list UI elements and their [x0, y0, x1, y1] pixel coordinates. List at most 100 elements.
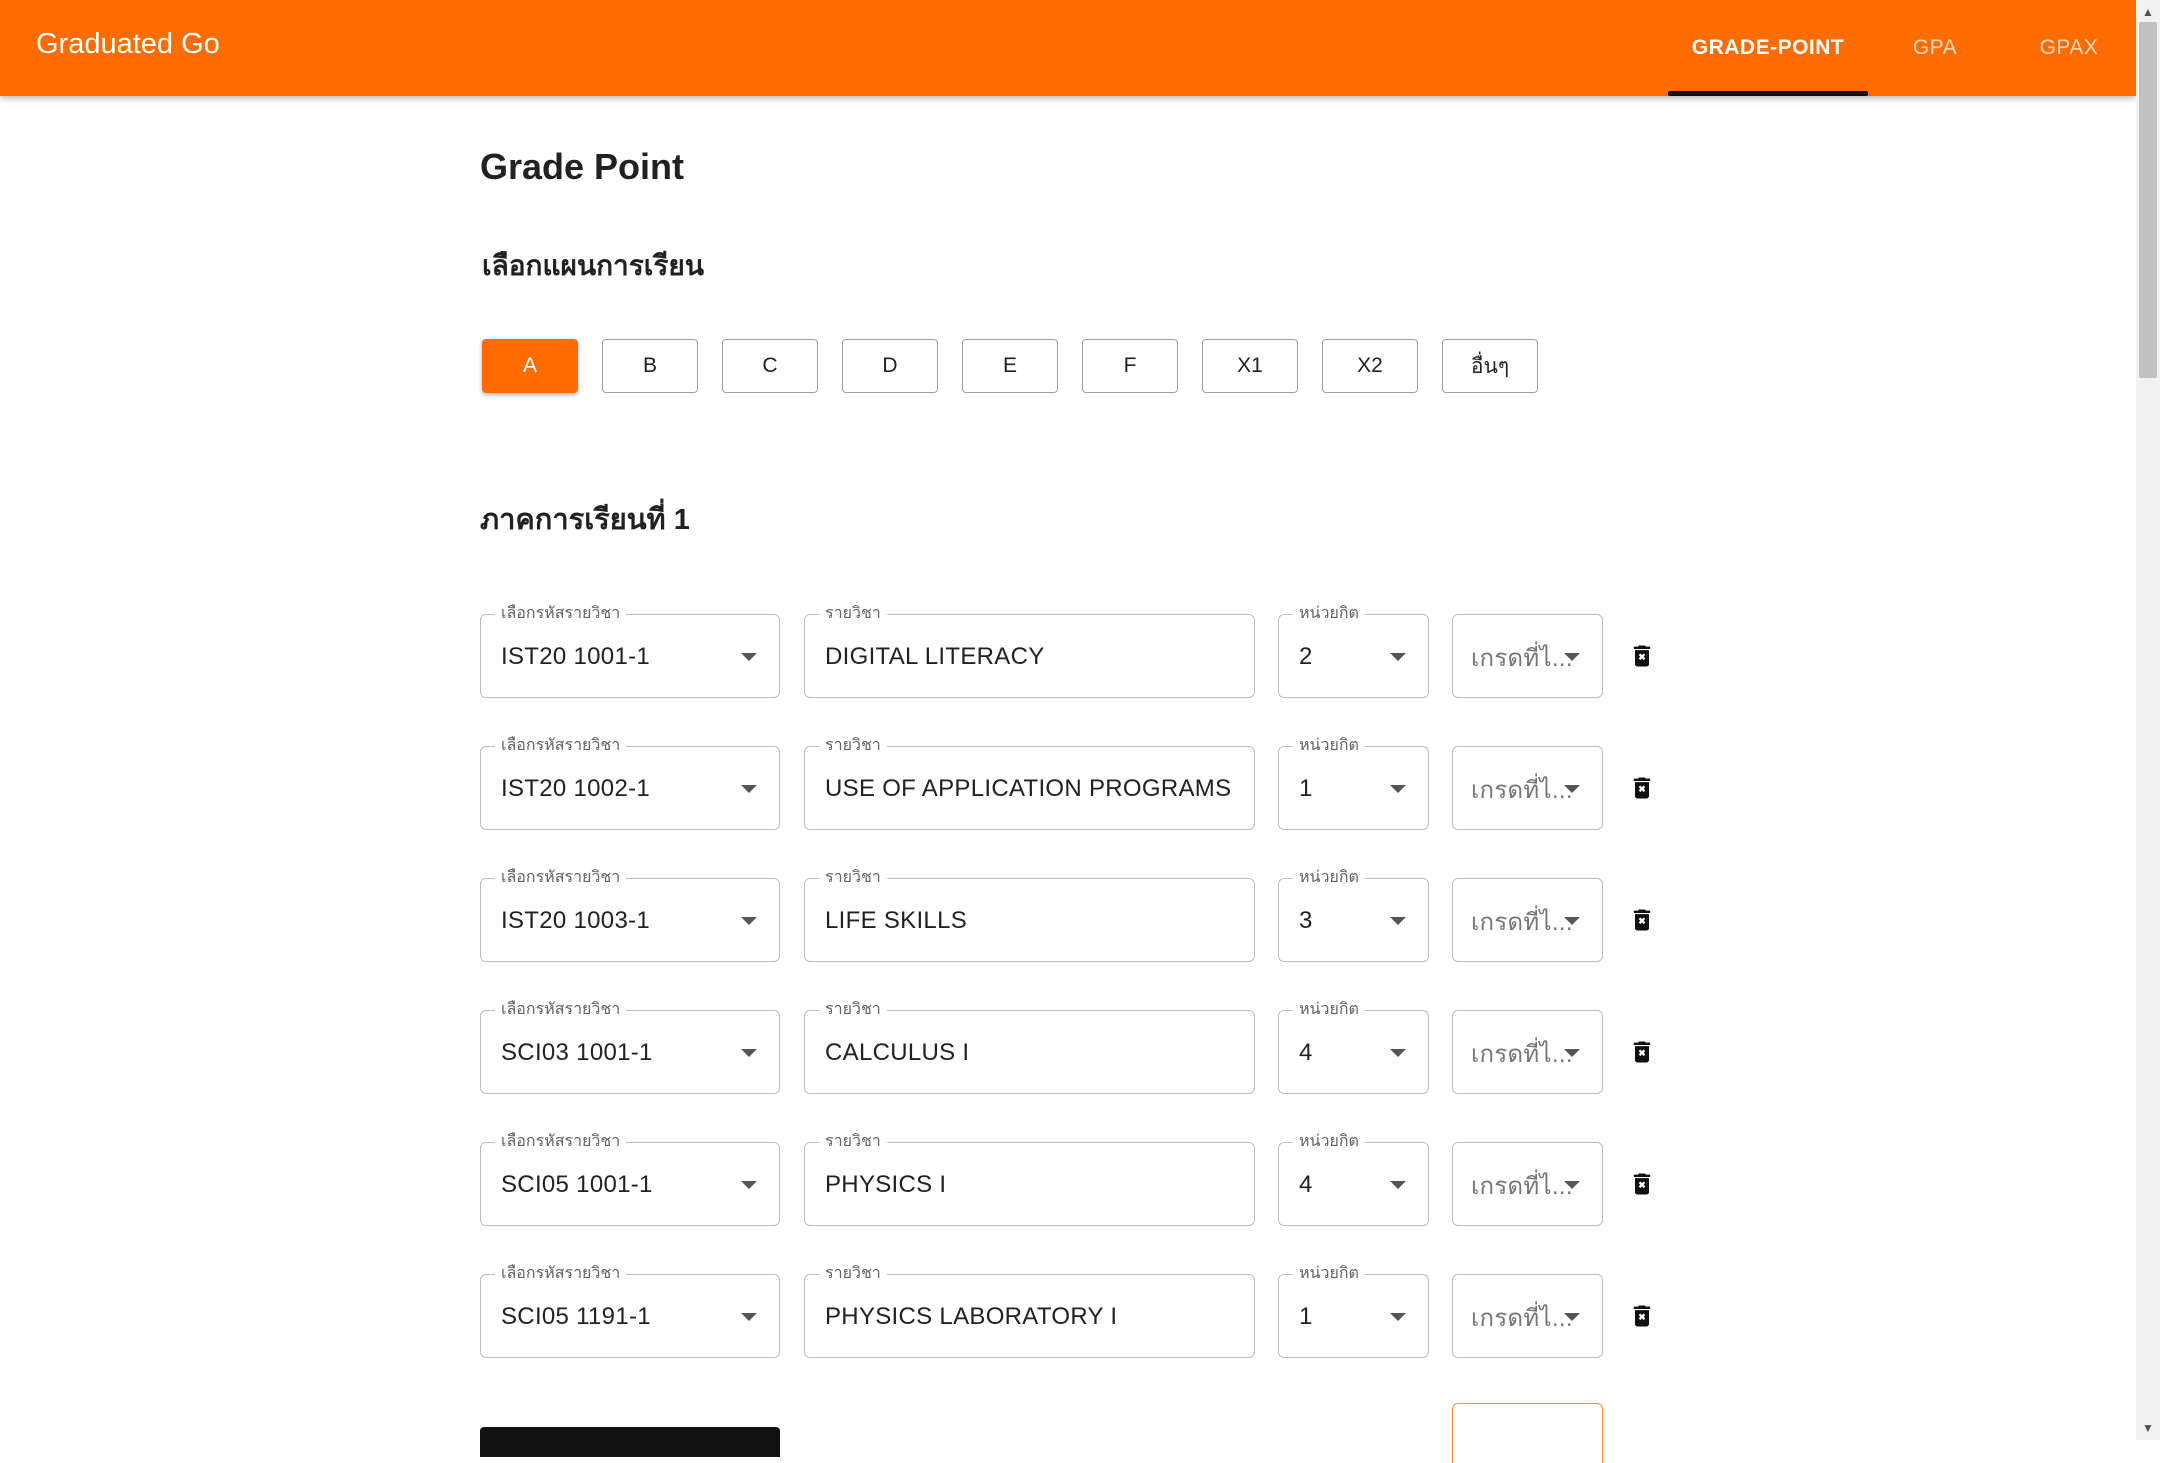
caret-down-icon[interactable] [1564, 1313, 1580, 1321]
plan-selector: A B C D E F X1 X2 อื่นๆ [482, 339, 1538, 393]
course-code-value: SCI03 1001-1 [501, 1039, 653, 1066]
course-name-field[interactable]: รายวิชา PHYSICS LABORATORY I [804, 1264, 1255, 1358]
credits-value: 2 [1299, 643, 1313, 670]
course-code-select[interactable]: เลือกรหัสรายวิชา IST20 1003-1 [480, 868, 780, 962]
trash-x-icon[interactable] [1628, 642, 1656, 670]
nav-tabs: GRADE-POINT GPA GPAX [1668, 0, 2136, 96]
credits-value: 3 [1299, 907, 1313, 934]
caret-down-icon[interactable] [741, 1181, 757, 1189]
scroll-down-icon[interactable]: ▼ [2136, 1418, 2160, 1438]
credits-select[interactable]: หน่วยกิต 3 [1278, 868, 1429, 962]
credits-value: 4 [1299, 1171, 1313, 1198]
course-code-select[interactable]: เลือกรหัสรายวิชา IST20 1001-1 [480, 604, 780, 698]
course-code-select[interactable]: เลือกรหัสรายวิชา SCI05 1191-1 [480, 1264, 780, 1358]
tab-label: GRADE-POINT [1691, 36, 1845, 59]
plan-button-b[interactable]: B [602, 339, 698, 393]
credits-select[interactable]: หน่วยกิต 1 [1278, 1264, 1429, 1358]
plan-button-x1[interactable]: X1 [1202, 339, 1298, 393]
caret-down-icon[interactable] [1564, 1181, 1580, 1189]
course-row: เลือกรหัสรายวิชา SCI05 1001-1 รายวิชา PH… [480, 1132, 1680, 1226]
course-name-field[interactable]: รายวิชา LIFE SKILLS [804, 868, 1255, 962]
grade-select-partial[interactable] [1452, 1403, 1603, 1463]
plan-button-other[interactable]: อื่นๆ [1442, 339, 1538, 393]
course-row: เลือกรหัสรายวิชา SCI05 1191-1 รายวิชา PH… [480, 1264, 1680, 1358]
caret-down-icon[interactable] [1564, 653, 1580, 661]
trash-x-icon[interactable] [1628, 1170, 1656, 1198]
grade-select[interactable]: เกรดที่ไ... [1452, 614, 1603, 698]
credits-value: 4 [1299, 1039, 1313, 1066]
plan-button-a[interactable]: A [482, 339, 578, 393]
course-row: เลือกรหัสรายวิชา IST20 1003-1 รายวิชา LI… [480, 868, 1680, 962]
course-name-value: PHYSICS I [825, 1171, 947, 1198]
course-code-select[interactable]: เลือกรหัสรายวิชา IST20 1002-1 [480, 736, 780, 830]
credits-value: 1 [1299, 775, 1313, 802]
course-code-value: IST20 1002-1 [501, 775, 651, 802]
add-course-button[interactable] [480, 1427, 780, 1457]
vertical-scrollbar[interactable]: ▲ ▼ [2136, 0, 2160, 1440]
course-row: เลือกรหัสรายวิชา IST20 1002-1 รายวิชา US… [480, 736, 1680, 830]
course-name-value: DIGITAL LITERACY [825, 643, 1045, 670]
app-bar: Graduated Go GRADE-POINT GPA GPAX [0, 0, 2136, 96]
course-code-value: IST20 1003-1 [501, 907, 651, 934]
credits-select[interactable]: หน่วยกิต 2 [1278, 604, 1429, 698]
scrollbar-thumb[interactable] [2139, 22, 2157, 378]
term-heading: ภาคการเรียนที่ 1 [480, 504, 690, 536]
tab-label: GPA [1912, 36, 1958, 59]
course-name-value: USE OF APPLICATION PROGRAMS [825, 775, 1232, 802]
tab-gpa[interactable]: GPA [1868, 0, 2002, 96]
course-code-select[interactable]: เลือกรหัสรายวิชา SCI03 1001-1 [480, 1000, 780, 1094]
plan-button-x2[interactable]: X2 [1322, 339, 1418, 393]
grade-placeholder: เกรดที่ไ... [1471, 644, 1571, 672]
caret-down-icon[interactable] [1564, 785, 1580, 793]
caret-down-icon[interactable] [1390, 917, 1406, 925]
grade-placeholder: เกรดที่ไ... [1471, 1040, 1571, 1068]
plan-button-f[interactable]: F [1082, 339, 1178, 393]
credits-select[interactable]: หน่วยกิต 1 [1278, 736, 1429, 830]
plan-button-e[interactable]: E [962, 339, 1058, 393]
course-name-field[interactable]: รายวิชา DIGITAL LITERACY [804, 604, 1255, 698]
grade-select[interactable]: เกรดที่ไ... [1452, 1274, 1603, 1358]
app-title[interactable]: Graduated Go [36, 28, 220, 61]
course-code-value: SCI05 1001-1 [501, 1171, 653, 1198]
caret-down-icon[interactable] [741, 1049, 757, 1057]
grade-select[interactable]: เกรดที่ไ... [1452, 1142, 1603, 1226]
plan-button-c[interactable]: C [722, 339, 818, 393]
caret-down-icon[interactable] [741, 1313, 757, 1321]
caret-down-icon[interactable] [1390, 785, 1406, 793]
grade-select[interactable]: เกรดที่ไ... [1452, 1010, 1603, 1094]
grade-select[interactable]: เกรดที่ไ... [1452, 746, 1603, 830]
credits-value: 1 [1299, 1303, 1313, 1330]
course-name-field[interactable]: รายวิชา USE OF APPLICATION PROGRAMS [804, 736, 1255, 830]
scroll-up-icon[interactable]: ▲ [2136, 2, 2160, 22]
caret-down-icon[interactable] [1564, 1049, 1580, 1057]
caret-down-icon[interactable] [1390, 653, 1406, 661]
credits-select[interactable]: หน่วยกิต 4 [1278, 1000, 1429, 1094]
caret-down-icon[interactable] [1564, 917, 1580, 925]
course-row: เลือกรหัสรายวิชา IST20 1001-1 รายวิชา DI… [480, 604, 1680, 698]
course-name-field[interactable]: รายวิชา CALCULUS I [804, 1000, 1255, 1094]
caret-down-icon[interactable] [1390, 1181, 1406, 1189]
credits-select[interactable]: หน่วยกิต 4 [1278, 1132, 1429, 1226]
page-title: Grade Point [480, 146, 685, 187]
trash-x-icon[interactable] [1628, 1038, 1656, 1066]
course-name-field[interactable]: รายวิชา PHYSICS I [804, 1132, 1255, 1226]
course-code-value: IST20 1001-1 [501, 643, 651, 670]
tab-gpax[interactable]: GPAX [2002, 0, 2136, 96]
course-row: เลือกรหัสรายวิชา SCI03 1001-1 รายวิชา CA… [480, 1000, 1680, 1094]
caret-down-icon[interactable] [1390, 1313, 1406, 1321]
caret-down-icon[interactable] [741, 785, 757, 793]
grade-select[interactable]: เกรดที่ไ... [1452, 878, 1603, 962]
active-tab-indicator [1668, 91, 1868, 96]
tab-grade-point[interactable]: GRADE-POINT [1668, 0, 1868, 96]
trash-x-icon[interactable] [1628, 1302, 1656, 1330]
caret-down-icon[interactable] [741, 653, 757, 661]
course-name-value: CALCULUS I [825, 1039, 970, 1066]
trash-x-icon[interactable] [1628, 906, 1656, 934]
caret-down-icon[interactable] [741, 917, 757, 925]
caret-down-icon[interactable] [1390, 1049, 1406, 1057]
course-code-select[interactable]: เลือกรหัสรายวิชา SCI05 1001-1 [480, 1132, 780, 1226]
plan-button-d[interactable]: D [842, 339, 938, 393]
grade-placeholder: เกรดที่ไ... [1471, 908, 1571, 936]
tab-label: GPAX [2039, 36, 2099, 59]
trash-x-icon[interactable] [1628, 774, 1656, 802]
